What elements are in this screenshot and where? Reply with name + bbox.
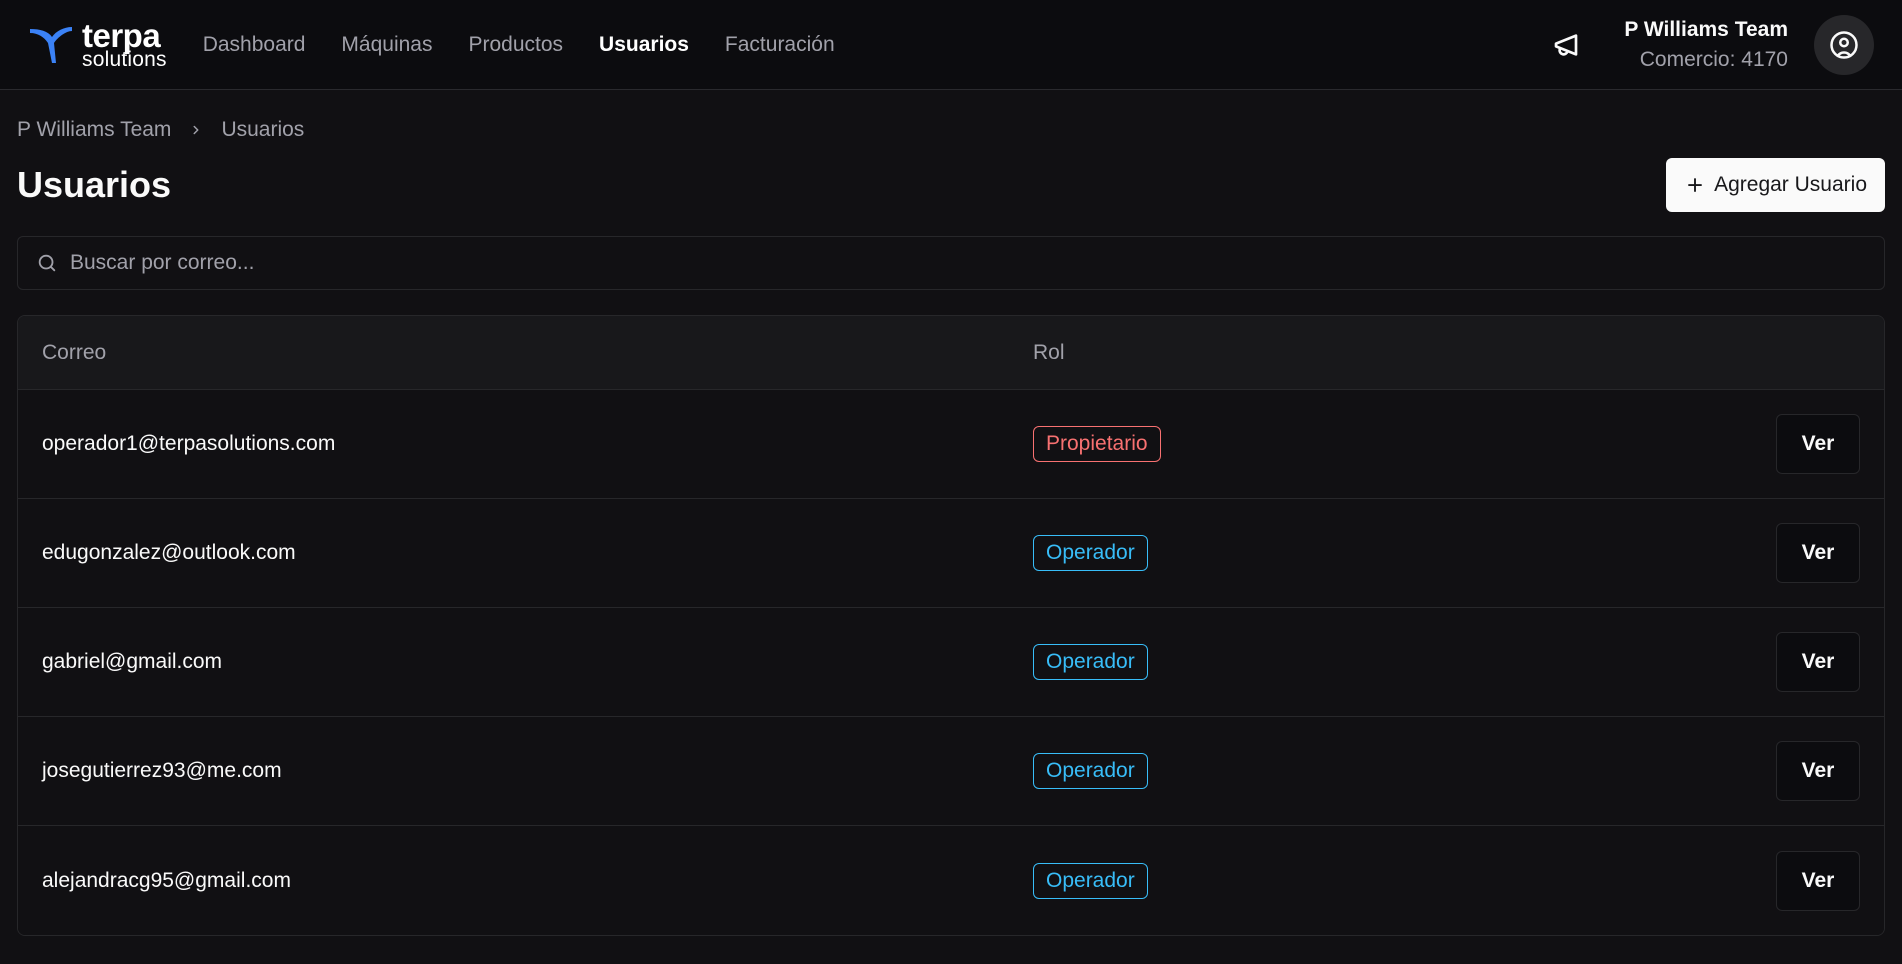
page-title: Usuarios [17, 164, 172, 205]
main-nav: Dashboard Máquinas Productos Usuarios Fa… [203, 33, 835, 57]
brand-logo[interactable]: terpa solutions [28, 19, 167, 70]
search-box [17, 236, 1885, 290]
user-email: gabriel@gmail.com [42, 650, 223, 673]
nav-item-maquinas[interactable]: Máquinas [341, 33, 432, 57]
view-user-button[interactable]: Ver [1776, 414, 1860, 474]
account-name: P Williams Team [1624, 17, 1788, 41]
top-navbar: terpa solutions Dashboard Máquinas Produ… [0, 0, 1902, 90]
view-user-button[interactable]: Ver [1776, 632, 1860, 692]
table-row: operador1@terpasolutions.com Propietario… [18, 390, 1884, 499]
user-menu-button[interactable] [1814, 14, 1874, 75]
role-badge: Propietario [1033, 426, 1161, 462]
brand-sub: solutions [82, 48, 167, 71]
table-row: gabriel@gmail.com Operador Ver [18, 608, 1884, 717]
main-content: P Williams Team Usuarios Usuarios Agrega… [0, 90, 1902, 936]
table-row: josegutierrez93@me.com Operador Ver [18, 717, 1884, 826]
add-user-label: Agregar Usuario [1714, 173, 1867, 196]
megaphone-icon[interactable] [1552, 29, 1584, 61]
search-input[interactable] [70, 251, 1884, 275]
table-row: edugonzalez@outlook.com Operador Ver [18, 499, 1884, 608]
user-email: operador1@terpasolutions.com [42, 432, 336, 455]
role-badge: Operador [1033, 862, 1148, 899]
view-user-button[interactable]: Ver [1776, 523, 1860, 583]
breadcrumb-root[interactable]: P Williams Team [17, 118, 171, 142]
role-badge: Operador [1033, 753, 1148, 789]
column-header-role[interactable]: Rol [1033, 341, 1884, 365]
view-user-button[interactable]: Ver [1776, 741, 1860, 801]
plus-icon [1688, 178, 1703, 192]
table-header: Correo Rol [18, 316, 1884, 390]
view-user-button[interactable]: Ver [1776, 850, 1860, 911]
table-row: alejandracg95@gmail.com Operador Ver [18, 826, 1884, 935]
nav-item-facturacion[interactable]: Facturación [725, 33, 835, 57]
add-user-button[interactable]: Agregar Usuario [1666, 158, 1885, 212]
merchant-id: Comercio: 4170 [1639, 47, 1788, 71]
role-badge: Operador [1033, 644, 1148, 680]
terpa-logo-icon [30, 26, 72, 63]
account-info: P Williams Team Comercio: 4170 [1624, 18, 1788, 72]
breadcrumb-current: Usuarios [221, 118, 305, 141]
role-badge: Operador [1033, 535, 1148, 571]
search-icon [38, 254, 56, 272]
nav-item-usuarios[interactable]: Usuarios [599, 33, 689, 57]
user-circle-icon [1830, 30, 1858, 59]
user-email: alejandracg95@gmail.com [42, 868, 291, 892]
users-table: Correo Rol operador1@terpasolutions.com … [17, 315, 1885, 936]
nav-item-productos[interactable]: Productos [468, 33, 563, 57]
nav-item-dashboard[interactable]: Dashboard [203, 33, 306, 57]
user-email: edugonzalez@outlook.com [42, 541, 296, 564]
chevron-right-icon [189, 123, 203, 137]
user-email: josegutierrez93@me.com [42, 759, 282, 782]
column-header-email[interactable]: Correo [42, 341, 1033, 365]
